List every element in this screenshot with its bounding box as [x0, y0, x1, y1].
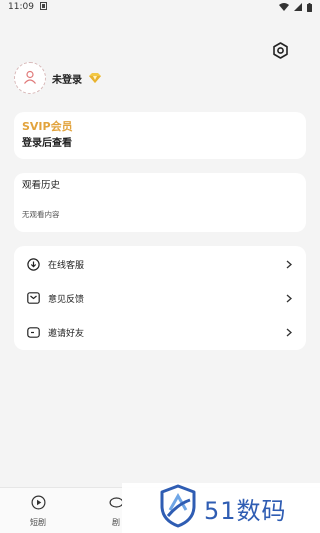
- ticket-icon: [26, 325, 40, 339]
- tab-label: 短剧: [30, 517, 46, 527]
- login-status[interactable]: 未登录: [52, 71, 82, 86]
- battery-icon: [307, 2, 312, 12]
- svip-title: SVIP会员: [22, 120, 73, 133]
- history-title: 观看历史: [22, 180, 61, 191]
- notification-icon: [39, 1, 47, 13]
- wifi-icon: [279, 3, 289, 11]
- menu-item-feedback[interactable]: 意见反馈: [14, 281, 306, 315]
- download-icon: [26, 257, 40, 271]
- history-card[interactable]: 观看历史 无观看内容: [14, 173, 306, 232]
- status-time: 11:09: [8, 2, 34, 12]
- avatar[interactable]: [14, 62, 46, 94]
- chevron-right-icon: [284, 259, 294, 269]
- chevron-right-icon: [284, 293, 294, 303]
- menu-item-label: 在线客服: [48, 260, 85, 271]
- watermark-text: 51数码: [204, 496, 287, 525]
- settings-button[interactable]: [270, 41, 290, 63]
- menu-item-label: 意见反馈: [48, 294, 85, 305]
- menu-item-label: 邀请好友: [48, 328, 85, 339]
- profile-row[interactable]: 未登录: [14, 62, 102, 94]
- menu-item-customer-service[interactable]: 在线客服: [14, 247, 306, 281]
- signal-icon: [294, 3, 302, 11]
- user-icon: [23, 69, 37, 88]
- menu-item-invite-friends[interactable]: 邀请好友: [14, 315, 306, 349]
- menu-card: 在线客服 意见反馈 邀请好友: [14, 246, 306, 350]
- svip-subtitle: 登录后查看: [22, 138, 72, 149]
- mail-icon: [26, 291, 40, 305]
- watermark: 51数码: [122, 483, 320, 533]
- tab-label: 剧: [112, 517, 120, 527]
- settings-icon: [272, 41, 289, 63]
- vip-diamond-icon: [88, 73, 102, 83]
- svip-card[interactable]: SVIP会员 登录后查看: [14, 112, 306, 159]
- status-bar: 11:09: [0, 0, 320, 14]
- chevron-right-icon: [284, 327, 294, 337]
- tab-short-drama[interactable]: 短剧: [8, 488, 68, 533]
- history-empty-text: 无观看内容: [22, 210, 60, 219]
- shield-logo-icon: [158, 484, 198, 532]
- play-circle-icon: [30, 494, 46, 514]
